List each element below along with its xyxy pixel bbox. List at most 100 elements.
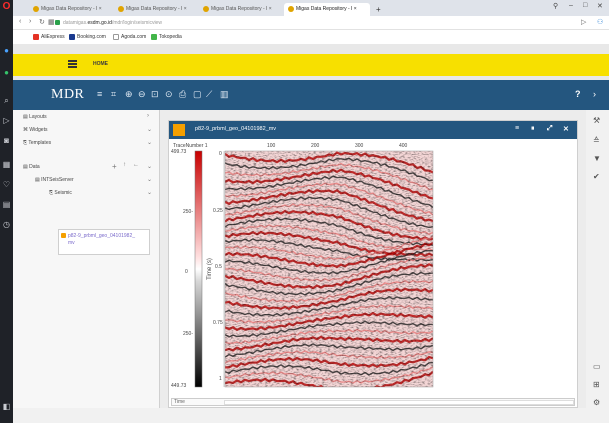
vpn-icon[interactable]: ▷ bbox=[581, 18, 586, 26]
browser-tab-4[interactable]: Migas Data Repository - I × bbox=[284, 3, 370, 16]
widget-menu-icon[interactable]: ≡ bbox=[515, 125, 519, 132]
history-icon[interactable]: ◷ bbox=[2, 220, 11, 229]
help-icon[interactable]: ? bbox=[575, 89, 581, 99]
y-tick-075: 0.75 bbox=[213, 320, 223, 326]
booking-icon bbox=[69, 33, 75, 40]
status-value-field bbox=[224, 400, 574, 405]
chevron-down-icon[interactable]: ⌄ bbox=[147, 163, 152, 170]
chart-line-icon[interactable]: ⟋ bbox=[206, 89, 212, 100]
new-tab-button[interactable]: + bbox=[372, 3, 385, 16]
zoom-out-icon[interactable]: ⊖ bbox=[138, 89, 146, 100]
collapse-right-icon[interactable]: › bbox=[593, 89, 596, 99]
tab-favicon-icon bbox=[33, 5, 39, 12]
tree-node-seismic[interactable]: ⎘ Seismic bbox=[49, 190, 72, 196]
opera-logo-icon[interactable]: O bbox=[2, 2, 11, 12]
url-field[interactable]: datamigas.esdm.go.id/mdr/login/seismicvi… bbox=[55, 18, 525, 28]
zoom-in-icon[interactable]: ⊕ bbox=[125, 89, 133, 100]
back-arrow-icon[interactable]: ← bbox=[133, 162, 139, 168]
monitor-icon[interactable]: ▭ bbox=[593, 362, 601, 371]
x-tick-200: 200 bbox=[311, 143, 320, 149]
heart-icon[interactable]: ♡ bbox=[2, 180, 11, 189]
widget-expand-icon[interactable]: ⤢ bbox=[547, 125, 553, 133]
camera-icon[interactable]: ◙ bbox=[2, 136, 11, 145]
tree-node-seismic-file[interactable]: p82-9_prbml_geo_04101982_ mv bbox=[58, 229, 150, 255]
widget-pause-icon[interactable]: ⏸ bbox=[531, 125, 535, 133]
tab-favicon-icon bbox=[288, 5, 294, 12]
forward-icon[interactable]: › bbox=[29, 18, 31, 25]
widget-close-icon[interactable]: ✕ bbox=[563, 125, 569, 133]
check-icon[interactable]: ✔ bbox=[593, 172, 600, 181]
side-panel: ▤ Layouts › ⌘ Widgets ⌄ ⎘ Templates ⌄ ▤ … bbox=[13, 110, 160, 408]
profile-icon[interactable]: ⚇ bbox=[597, 18, 603, 26]
filter-icon[interactable]: ▼ bbox=[593, 154, 601, 163]
y-tick-05: 0.5 bbox=[215, 264, 222, 270]
home-link[interactable]: HOME bbox=[93, 61, 108, 67]
search-tabs-icon[interactable]: ⚲ bbox=[553, 2, 558, 10]
zoom-reset-icon[interactable]: ⊙ bbox=[165, 89, 173, 100]
wrench-icon[interactable]: ⚒ bbox=[593, 116, 600, 125]
chevron-down-icon[interactable]: ⌄ bbox=[147, 189, 152, 196]
bookmark-aliexpress[interactable]: AliExpress bbox=[33, 30, 65, 44]
sidebar-item-templates[interactable]: ⎘ Templates bbox=[23, 140, 51, 146]
maximize-button[interactable]: □ bbox=[583, 2, 587, 9]
reload-icon[interactable]: ↻ bbox=[39, 18, 45, 26]
chart-bar-icon[interactable]: ▥ bbox=[220, 89, 229, 100]
seismic-plot-svg[interactable]: TraceNumber 1 499.73 250- 0 250- 449.73 … bbox=[171, 141, 577, 397]
seismic-section-image bbox=[225, 151, 433, 387]
grid-icon[interactable]: ▦ bbox=[2, 160, 11, 169]
browser-sidebar: O ● ● ⌕ ▷ ◙ ▦ ♡ ▤ ◷ ◧ bbox=[0, 0, 13, 423]
bookmark-agoda[interactable]: Agoda.com bbox=[113, 30, 146, 44]
menu-icon[interactable]: ≡ bbox=[97, 89, 102, 99]
whatsapp-icon[interactable]: ● bbox=[2, 68, 11, 77]
seismic-file-icon bbox=[61, 233, 66, 238]
news-icon[interactable]: ▤ bbox=[2, 200, 11, 209]
print-icon[interactable]: ⎙ bbox=[179, 89, 186, 100]
add-panel-icon[interactable]: ⊞ bbox=[593, 380, 600, 389]
close-window-button[interactable]: ✕ bbox=[597, 2, 603, 10]
search-icon[interactable]: ⌕ bbox=[2, 96, 11, 105]
sidebar-item-data[interactable]: ▤ Data bbox=[23, 164, 40, 170]
aliexpress-icon bbox=[33, 33, 39, 40]
widget-type-icon bbox=[173, 124, 185, 136]
bookmark-booking[interactable]: Booking.com bbox=[69, 30, 106, 44]
chevron-down-icon[interactable]: ⌄ bbox=[147, 139, 152, 146]
browser-tab-3[interactable]: Migas Data Repository - I × bbox=[199, 3, 281, 16]
sidebar-item-widgets[interactable]: ⌘ Widgets bbox=[23, 127, 47, 133]
lock-icon bbox=[55, 20, 60, 26]
back-icon[interactable]: ‹ bbox=[19, 18, 21, 25]
zoom-box-icon[interactable]: ⊡ bbox=[151, 89, 159, 100]
tabs-grid-icon[interactable]: ▦ bbox=[48, 18, 55, 26]
bookmarks-bar: AliExpress Booking.com Agoda.com Tokoped… bbox=[13, 30, 609, 44]
tree-node-intseisserver[interactable]: ▤ INTSeisServer bbox=[35, 177, 74, 183]
sidebar-item-layouts[interactable]: ▤ Layouts bbox=[23, 114, 47, 120]
app-title: MDR bbox=[51, 87, 85, 102]
browser-tab-1[interactable]: Migas Data Repository - I × bbox=[29, 3, 111, 16]
y-tick-025: 0.25 bbox=[213, 208, 223, 214]
layers-icon[interactable]: ≙ bbox=[593, 136, 600, 145]
add-icon[interactable]: + bbox=[112, 162, 117, 171]
save-icon[interactable]: ▢ bbox=[193, 89, 202, 100]
x-tick-400: 400 bbox=[399, 143, 408, 149]
chevron-down-icon[interactable]: ⌄ bbox=[147, 176, 152, 183]
minimize-button[interactable]: – bbox=[569, 2, 573, 9]
status-time-label: Time bbox=[174, 399, 185, 405]
play-icon[interactable]: ▷ bbox=[2, 116, 11, 125]
x-tick-300: 300 bbox=[355, 143, 364, 149]
hamburger-menu-icon[interactable] bbox=[68, 60, 80, 68]
x-tick-100: 100 bbox=[267, 143, 276, 149]
y-tick-0: 0 bbox=[219, 151, 222, 157]
chevron-down-icon[interactable]: ⌄ bbox=[147, 126, 152, 133]
upload-icon[interactable]: ↑ bbox=[123, 162, 126, 168]
sidebar-toggle-icon[interactable]: ◧ bbox=[2, 402, 11, 411]
app-top-bar: HOME bbox=[13, 54, 609, 76]
browser-tab-2[interactable]: Migas Data Repository - I × bbox=[114, 3, 196, 16]
messenger-icon[interactable]: ● bbox=[2, 46, 11, 55]
seismic-plot[interactable]: TraceNumber 1 499.73 250- 0 250- 449.73 … bbox=[171, 141, 577, 397]
settings-icon[interactable]: ⚙ bbox=[593, 398, 600, 407]
bottom-strip bbox=[13, 408, 586, 423]
chevron-right-icon[interactable]: › bbox=[147, 113, 149, 119]
y-tick-1: 1 bbox=[219, 376, 222, 382]
bookmark-tokopedia[interactable]: Tokopedia bbox=[151, 30, 182, 44]
workspace: p82-9_prbml_geo_04101982_mv ≡ ⏸ ⤢ ✕ Trac… bbox=[160, 110, 586, 408]
fit-extent-icon[interactable]: ⌗ bbox=[111, 89, 116, 100]
